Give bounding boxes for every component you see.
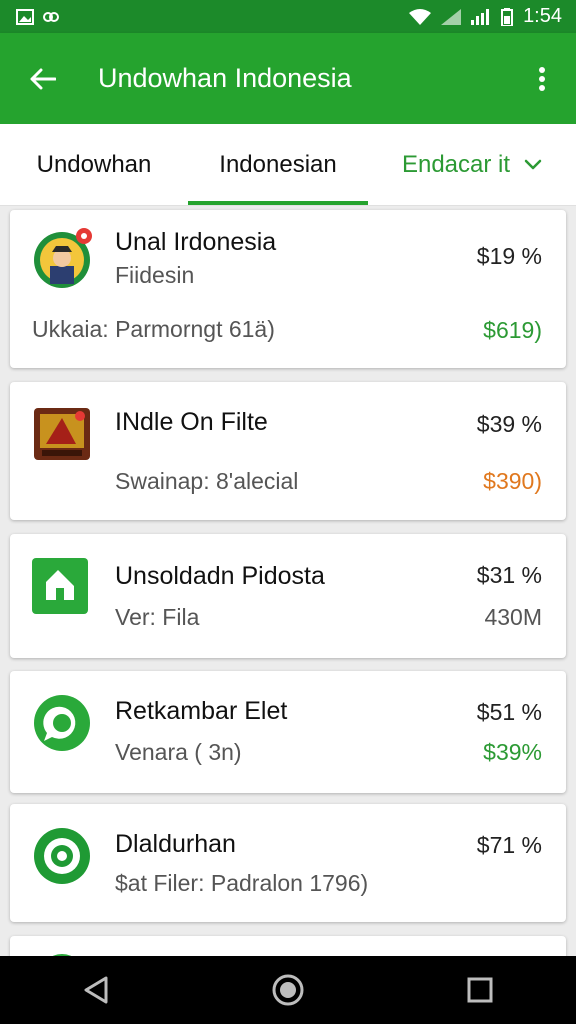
item-price: $31 % bbox=[476, 562, 542, 588]
item-title: Unal Irdonesia bbox=[115, 228, 277, 256]
item-price: $71 % bbox=[476, 832, 542, 858]
item-value: $390) bbox=[483, 468, 542, 494]
item-value: 430M bbox=[484, 604, 542, 630]
list-item[interactable]: Retkambar Elet Venara ( 3n) $51 % $39% bbox=[10, 671, 566, 793]
tab-bar: Undowhan Indonesian Endacar it bbox=[0, 124, 576, 206]
app-notification-icon bbox=[43, 11, 59, 22]
item-value: $619) bbox=[483, 317, 542, 343]
item-price: $51 % bbox=[476, 699, 542, 725]
app-bar: Undowhan Indonesia bbox=[0, 33, 576, 124]
arrow-back-icon bbox=[30, 68, 56, 89]
chat-app-icon bbox=[34, 695, 90, 751]
chevron-down-icon bbox=[524, 159, 542, 170]
list-item[interactable]: Unal Irdonesia Fiidesin Ukkaia: Parmorng… bbox=[10, 210, 566, 368]
signal-icon bbox=[441, 8, 462, 25]
item-title: Retkambar Elet bbox=[115, 697, 288, 725]
item-detail: Ukkaia: Parmorngt 61ä) bbox=[32, 316, 275, 342]
avatar-icon bbox=[34, 228, 92, 288]
tab-indonesian[interactable]: Indonesian bbox=[188, 124, 368, 205]
page-title: Undowhan Indonesia bbox=[98, 63, 352, 93]
image-notification-icon bbox=[16, 8, 34, 25]
tab-label: Indonesian bbox=[219, 150, 337, 178]
item-detail: Swainap: 8'alecial bbox=[115, 468, 299, 494]
list-item[interactable]: Unsoldadn Pidosta Ver: Fila $31 % 430M bbox=[10, 534, 566, 658]
more-vert-icon bbox=[539, 66, 545, 91]
item-subtitle: Ver: Fila bbox=[115, 604, 200, 630]
tab-dropdown[interactable]: Endacar it bbox=[368, 124, 576, 205]
item-title: Dlaldurhan bbox=[115, 830, 236, 858]
list-item[interactable]: Dlaldurhan $at Filer: Padralon 1796) $71… bbox=[10, 804, 566, 922]
item-value: $39% bbox=[483, 739, 542, 765]
nav-back-button[interactable] bbox=[66, 960, 126, 1020]
signal-strength-icon bbox=[471, 8, 490, 25]
status-bar: 1:54 bbox=[0, 0, 576, 33]
nav-recents-button[interactable] bbox=[450, 960, 510, 1020]
back-button[interactable] bbox=[18, 54, 68, 104]
list-item[interactable]: INdle On Filte Swainap: 8'alecial $39 % … bbox=[10, 382, 566, 520]
item-price: $19 % bbox=[476, 243, 542, 269]
tab-undowhan[interactable]: Undowhan bbox=[0, 124, 188, 205]
battery-icon bbox=[501, 7, 514, 26]
item-price: $39 % bbox=[476, 411, 542, 437]
home-app-icon bbox=[32, 558, 88, 614]
item-title: Unsoldadn Pidosta bbox=[115, 562, 325, 590]
status-time: 1:54 bbox=[523, 5, 562, 27]
recents-square-icon bbox=[467, 977, 493, 1003]
item-title: INdle On Filte bbox=[115, 408, 268, 436]
tab-label: Undowhan bbox=[36, 150, 152, 178]
system-nav-bar bbox=[0, 956, 576, 1024]
movie-poster-icon bbox=[34, 408, 90, 460]
more-options-button[interactable] bbox=[522, 54, 562, 104]
wifi-icon bbox=[409, 8, 432, 25]
nav-home-button[interactable] bbox=[258, 960, 318, 1020]
tab-label: Endacar it bbox=[401, 150, 511, 178]
home-circle-icon bbox=[272, 974, 304, 1006]
messenger-app-icon bbox=[34, 828, 90, 884]
item-subtitle: Fiidesin bbox=[115, 262, 195, 288]
item-subtitle: Venara ( 3n) bbox=[115, 739, 242, 765]
back-triangle-icon bbox=[84, 976, 108, 1004]
item-subtitle: $at Filer: Padralon 1796) bbox=[115, 870, 369, 896]
